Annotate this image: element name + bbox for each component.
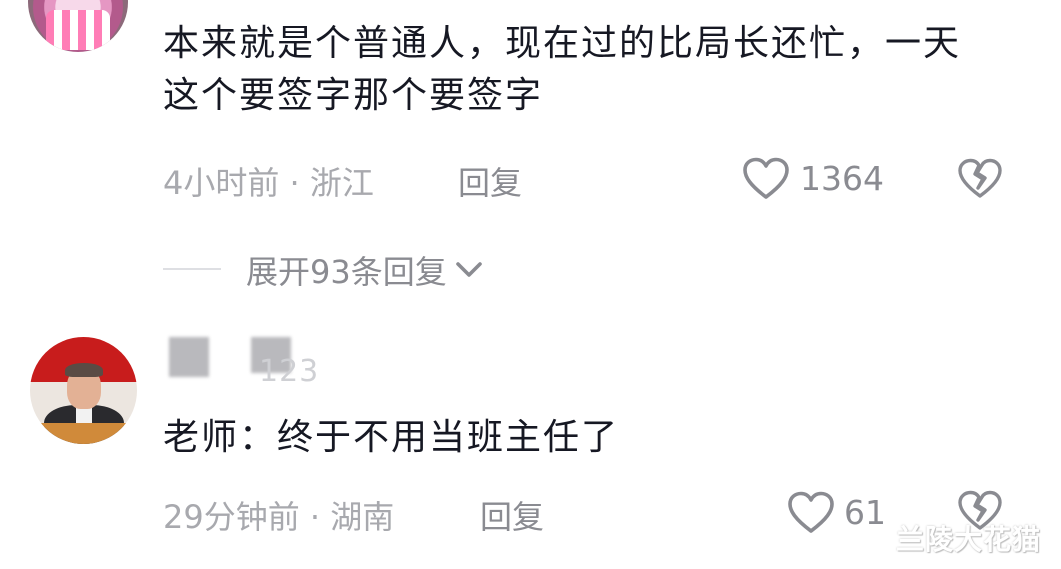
reply-button[interactable]: 回复	[480, 492, 544, 538]
expand-replies-button[interactable]: 展开93条回复	[246, 247, 483, 293]
heart-outline-icon[interactable]	[742, 157, 790, 201]
comment-body: 本来就是个普通人，现在过的比局长还忙，一天这个要签字那个要签字	[163, 18, 963, 122]
commenter-avatar[interactable]	[28, 0, 128, 52]
reply-button[interactable]: 回复	[458, 158, 522, 204]
avatar-figure-hair	[65, 363, 103, 377]
username-obscured[interactable]: 123	[163, 334, 323, 394]
like-count: 61	[844, 493, 886, 532]
like-count: 1364	[800, 159, 884, 198]
comment-time: 29分钟前	[163, 498, 300, 536]
meta-separator: ·	[279, 164, 310, 202]
watermark: 兰陵大花猫	[896, 523, 1042, 556]
username-blur-block	[169, 337, 209, 377]
comment-meta: 29分钟前 · 湖南	[163, 492, 394, 538]
avatar-pattern	[46, 10, 110, 50]
comment-location: 湖南	[330, 498, 395, 536]
heart-outline-icon[interactable]	[787, 491, 835, 535]
commenter-avatar[interactable]	[30, 337, 137, 444]
comment-text: 本来就是个普通人，现在过的比局长还忙，一天这个要签字那个要签字	[163, 23, 962, 116]
broken-heart-icon[interactable]	[957, 158, 1003, 200]
username-fragment: 123	[259, 354, 320, 389]
comment-body: 老师：终于不用当班主任了	[163, 412, 963, 464]
comment-location: 浙江	[309, 164, 374, 202]
expand-divider	[163, 268, 221, 270]
comment-time: 4小时前	[163, 164, 280, 202]
expand-replies-label: 展开93条回复	[246, 253, 447, 291]
meta-separator: ·	[299, 498, 331, 536]
comment-meta: 4小时前 · 浙江	[163, 158, 374, 204]
avatar-desk	[30, 423, 137, 444]
chevron-down-icon	[455, 261, 483, 279]
comment-text: 老师：终于不用当班主任了	[163, 417, 620, 458]
